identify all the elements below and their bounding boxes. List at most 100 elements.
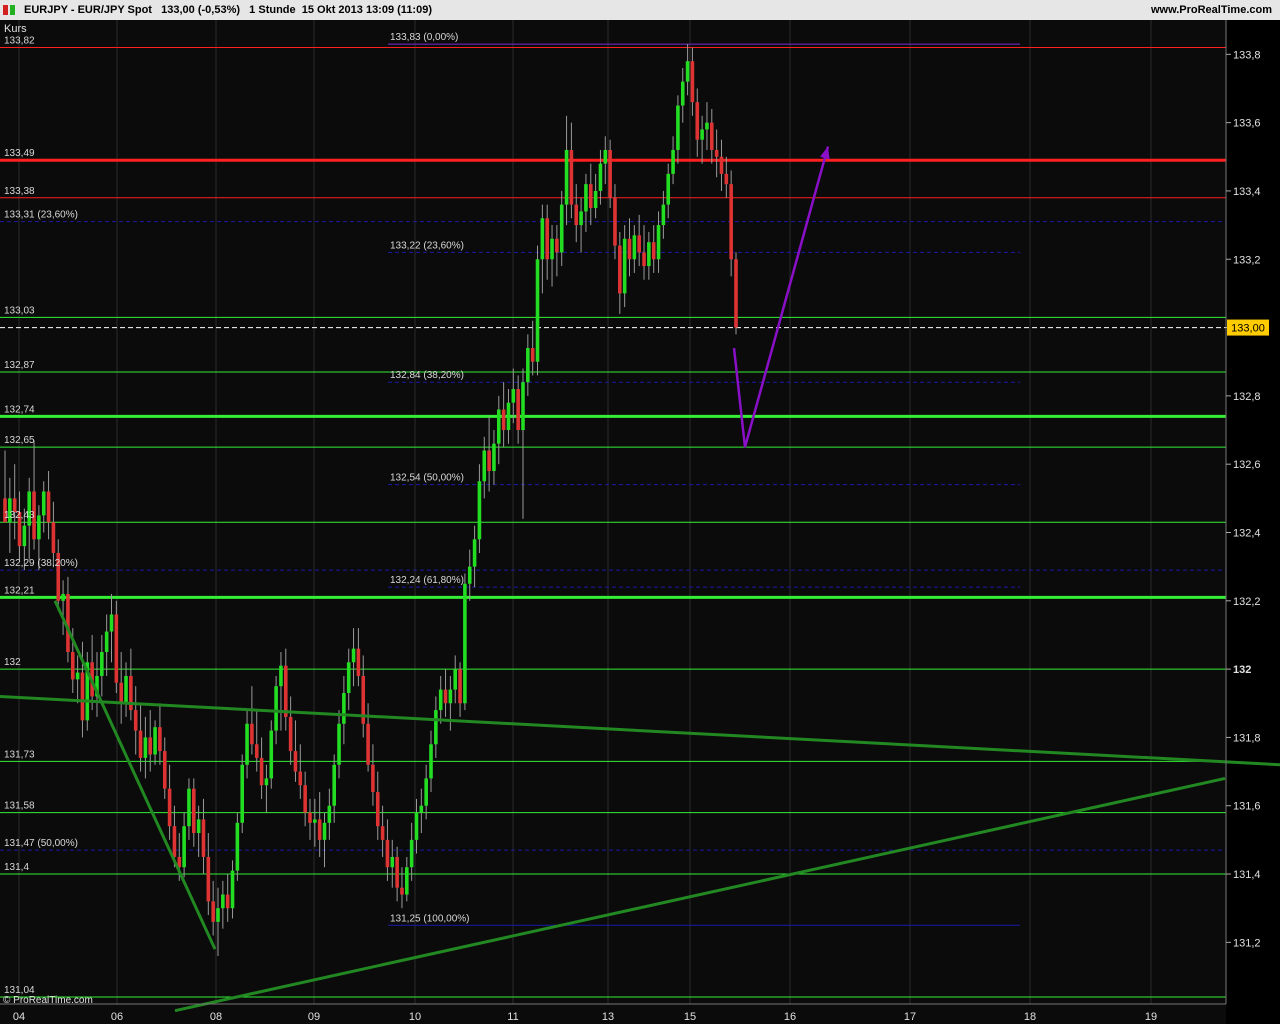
candle-down bbox=[259, 757, 264, 786]
x-tick-label: 10 bbox=[409, 1011, 421, 1023]
x-tick-label: 16 bbox=[784, 1011, 796, 1023]
candle-up bbox=[511, 389, 516, 403]
candle-up bbox=[429, 744, 433, 779]
y-tick-label: 131,8 bbox=[1233, 732, 1261, 744]
resistance-label: 133,82 bbox=[4, 35, 35, 46]
candle-up bbox=[240, 764, 245, 823]
fib-label-left: 133,31 (23,60%) bbox=[4, 210, 78, 221]
candle-down bbox=[588, 184, 593, 209]
candle-down bbox=[501, 409, 506, 431]
last-price-label: 133,00 bbox=[1231, 323, 1265, 335]
candle-down bbox=[380, 826, 385, 840]
candle-down bbox=[734, 259, 738, 328]
support-label: 132,21 bbox=[4, 585, 35, 596]
candle-down bbox=[516, 389, 520, 431]
candle-up bbox=[492, 443, 496, 472]
candle-down bbox=[530, 348, 535, 362]
candle-up bbox=[313, 819, 317, 823]
candle-down bbox=[70, 652, 75, 680]
x-tick-label: 11 bbox=[507, 1011, 518, 1023]
y-tick-label: 133,8 bbox=[1233, 49, 1261, 61]
candle-down bbox=[627, 238, 632, 260]
candle-down bbox=[443, 689, 448, 704]
candle-down bbox=[293, 751, 298, 772]
candle-up bbox=[196, 819, 201, 834]
candle-down bbox=[366, 723, 370, 765]
candle-down bbox=[167, 788, 172, 827]
candle-down bbox=[555, 238, 559, 253]
candle-down bbox=[51, 522, 56, 553]
candle-up bbox=[535, 259, 540, 362]
candle-up bbox=[434, 710, 438, 745]
candle-up bbox=[337, 723, 341, 765]
fib-label-middle: 133,22 (23,60%) bbox=[390, 240, 464, 251]
candle-up bbox=[700, 129, 704, 140]
candle-up bbox=[506, 402, 511, 431]
candle-down bbox=[192, 788, 196, 834]
candle-up bbox=[453, 669, 458, 690]
support-label: 132,65 bbox=[4, 435, 35, 446]
candle-up bbox=[230, 870, 235, 909]
candle-up bbox=[61, 593, 65, 601]
candle-up bbox=[409, 839, 414, 868]
candle-down bbox=[385, 839, 390, 868]
candle-down bbox=[487, 450, 491, 472]
candle-up bbox=[666, 173, 671, 205]
candle-up bbox=[540, 218, 545, 260]
fib-label-left: 132,29 (38,20%) bbox=[4, 558, 78, 569]
price-chart[interactable]: 133,31 (23,60%) 132,29 (38,20%) 131,47 (50… bbox=[0, 20, 1280, 1024]
candle-down bbox=[458, 669, 462, 704]
website-link[interactable]: www.ProRealTime.com bbox=[1151, 4, 1272, 16]
candle-up bbox=[448, 689, 453, 704]
candle-down bbox=[613, 197, 617, 246]
candle-down bbox=[303, 785, 307, 813]
candle-down bbox=[574, 204, 579, 226]
candle-up bbox=[346, 662, 351, 694]
candle-down bbox=[288, 716, 293, 752]
candle-up bbox=[75, 672, 80, 680]
candle-up bbox=[327, 805, 332, 823]
candle-down bbox=[119, 682, 123, 704]
support-label: 132,43 bbox=[4, 510, 35, 521]
support-label: 131,58 bbox=[4, 801, 35, 812]
candle-down bbox=[724, 173, 729, 185]
x-tick-label: 13 bbox=[602, 1011, 614, 1023]
candle-up bbox=[593, 190, 598, 209]
y-tick-label: 132 bbox=[1233, 664, 1251, 676]
candle-up bbox=[405, 867, 409, 895]
candle-down bbox=[545, 218, 549, 260]
candle-up bbox=[680, 81, 685, 106]
candle-up bbox=[603, 149, 608, 164]
candle-up bbox=[245, 723, 249, 765]
candle-up bbox=[671, 149, 675, 174]
y-tick-label: 133,6 bbox=[1233, 118, 1261, 130]
candle-down bbox=[395, 856, 399, 888]
candle-down bbox=[400, 887, 404, 895]
x-tick-label: 09 bbox=[308, 1011, 320, 1023]
candle-down bbox=[608, 149, 612, 198]
candle-down bbox=[138, 730, 143, 758]
y-tick-label: 132,8 bbox=[1233, 391, 1261, 403]
support-label: 132 bbox=[4, 657, 21, 668]
candle-down bbox=[211, 901, 215, 922]
candle-down bbox=[642, 252, 646, 267]
candle-up bbox=[477, 481, 482, 540]
candle-up bbox=[269, 730, 274, 779]
candle-up bbox=[438, 689, 443, 711]
candle-down bbox=[375, 792, 380, 827]
candle-down bbox=[201, 819, 206, 857]
fib-label-middle: 132,54 (50,00%) bbox=[390, 473, 464, 484]
candle-down bbox=[283, 665, 288, 717]
candle-up bbox=[661, 204, 666, 226]
candle-up bbox=[342, 693, 346, 724]
candle-down bbox=[709, 122, 714, 150]
candle-down bbox=[618, 245, 622, 294]
green-marker-icon bbox=[10, 5, 15, 15]
y-tick-label: 132,6 bbox=[1233, 459, 1261, 471]
candle-down bbox=[225, 894, 230, 909]
candle-up bbox=[279, 665, 283, 687]
candle-up bbox=[705, 122, 709, 130]
candle-up bbox=[124, 675, 128, 704]
y-tick-label: 131,4 bbox=[1233, 869, 1261, 881]
candle-down bbox=[695, 102, 700, 140]
